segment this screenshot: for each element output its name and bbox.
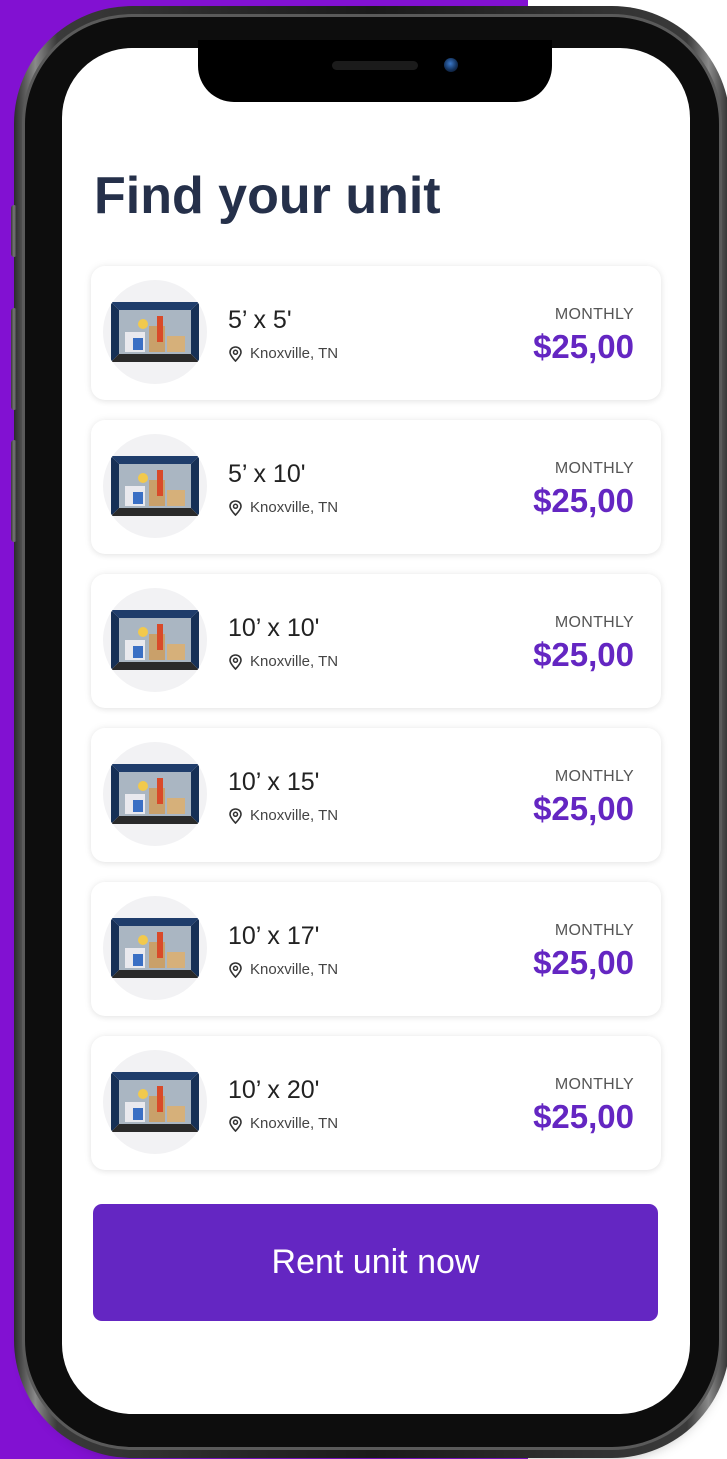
unit-image: [103, 588, 207, 692]
unit-location: Knoxville, TN: [228, 345, 338, 362]
unit-price: $25,00: [533, 328, 634, 365]
unit-location-text: Knoxville, TN: [250, 499, 339, 516]
front-camera: [444, 58, 458, 72]
unit-location-text: Knoxville, TN: [250, 653, 339, 670]
unit-card[interactable]: 10’ x 10' Knoxville, TN MONTHLY $25,00: [91, 574, 661, 708]
phone-notch: [198, 40, 552, 102]
unit-location: Knoxville, TN: [228, 807, 338, 824]
volume-up-button: [11, 308, 17, 410]
price-label: MONTHLY: [554, 614, 634, 631]
price-label: MONTHLY: [554, 922, 634, 939]
unit-card[interactable]: 10’ x 15' Knoxville, TN MONTHLY $25,00: [91, 728, 661, 862]
location-pin-icon: [229, 1115, 242, 1132]
unit-location-text: Knoxville, TN: [250, 1115, 339, 1132]
unit-price: $25,00: [533, 944, 634, 981]
unit-size: 10’ x 20': [228, 1076, 320, 1104]
unit-price: $25,00: [533, 482, 634, 519]
unit-image: [103, 280, 207, 384]
unit-size: 5’ x 10': [228, 460, 306, 488]
unit-image: [103, 742, 207, 846]
unit-location: Knoxville, TN: [228, 1115, 338, 1132]
unit-location: Knoxville, TN: [228, 653, 338, 670]
unit-location-text: Knoxville, TN: [250, 345, 339, 362]
unit-card[interactable]: 5’ x 5' Knoxville, TN MONTHLY $25,00: [91, 266, 661, 400]
location-pin-icon: [229, 961, 242, 978]
unit-location: Knoxville, TN: [228, 499, 338, 516]
unit-card[interactable]: 5’ x 10' Knoxville, TN MONTHLY $25,00: [91, 420, 661, 554]
unit-location-text: Knoxville, TN: [250, 807, 339, 824]
unit-location-text: Knoxville, TN: [250, 961, 339, 978]
unit-card[interactable]: 10’ x 20' Knoxville, TN MONTHLY $25,00: [91, 1036, 661, 1170]
unit-price: $25,00: [533, 790, 634, 827]
volume-down-button: [11, 440, 17, 542]
price-label: MONTHLY: [554, 460, 634, 477]
unit-price: $25,00: [533, 636, 634, 673]
location-pin-icon: [229, 499, 242, 516]
unit-size: 10’ x 17': [228, 922, 320, 950]
speaker-grille: [332, 61, 418, 70]
location-pin-icon: [229, 345, 242, 362]
unit-image: [103, 1050, 207, 1154]
unit-price: $25,00: [533, 1098, 634, 1135]
location-pin-icon: [229, 653, 242, 670]
price-label: MONTHLY: [554, 768, 634, 785]
location-pin-icon: [229, 807, 242, 824]
mute-switch: [11, 205, 17, 257]
unit-card[interactable]: 10’ x 17' Knoxville, TN MONTHLY $25,00: [91, 882, 661, 1016]
price-label: MONTHLY: [554, 306, 634, 323]
unit-image: [103, 434, 207, 538]
price-label: MONTHLY: [554, 1076, 634, 1093]
rent-unit-button[interactable]: Rent unit now: [93, 1204, 658, 1321]
unit-size: 5’ x 5': [228, 306, 292, 334]
page-title: Find your unit: [94, 167, 441, 225]
unit-image: [103, 896, 207, 1000]
unit-location: Knoxville, TN: [228, 961, 338, 978]
unit-size: 10’ x 10': [228, 614, 320, 642]
unit-size: 10’ x 15': [228, 768, 320, 796]
